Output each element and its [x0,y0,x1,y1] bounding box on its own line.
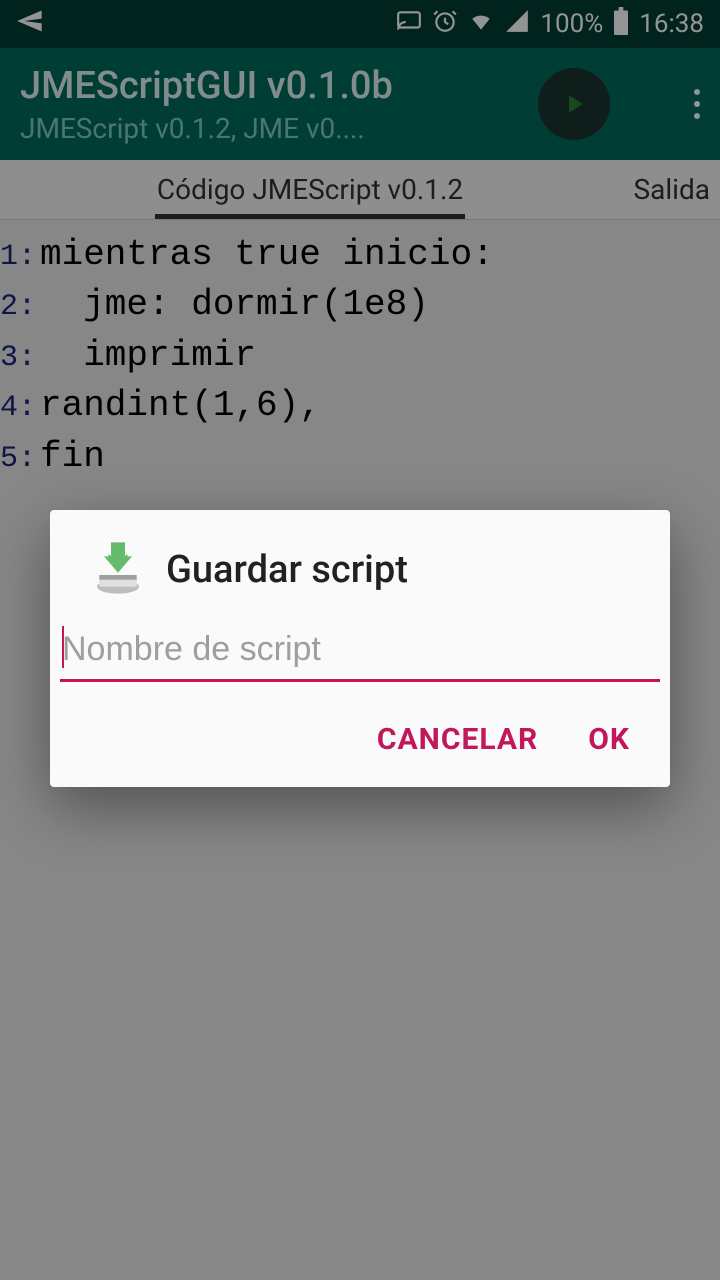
script-name-input[interactable] [60,620,660,682]
dialog-title: Guardar script [166,548,408,592]
modal-overlay[interactable]: Guardar script CANCELAR OK [0,0,720,1280]
save-dialog: Guardar script CANCELAR OK [50,510,670,787]
save-download-icon [90,540,146,600]
cancel-button[interactable]: CANCELAR [377,722,538,757]
ok-button[interactable]: OK [588,722,630,757]
text-cursor [62,626,64,668]
